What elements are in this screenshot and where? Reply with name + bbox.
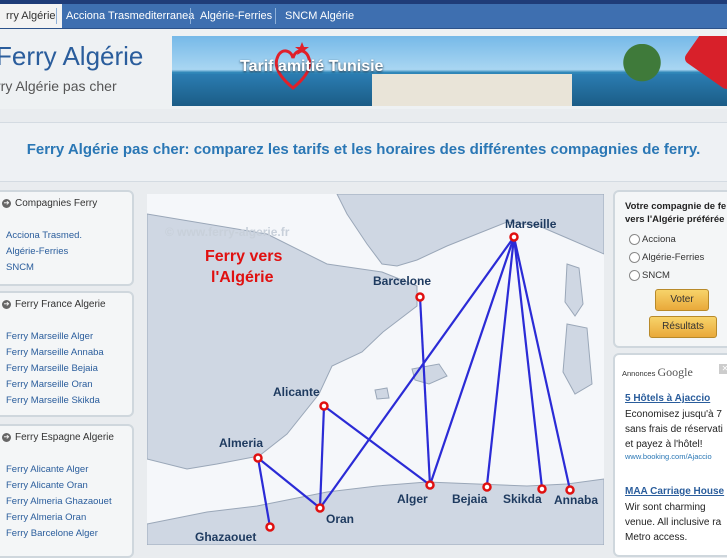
sidebar-link-marseille-annaba[interactable]: Ferry Marseille Annaba	[6, 347, 104, 358]
radio-button[interactable]	[629, 234, 640, 245]
city-label-almeria: Almeria	[219, 436, 263, 450]
promo-banner[interactable]: Tarif amitié Tunisie	[172, 36, 727, 106]
nav-separator	[275, 8, 276, 24]
poll-option-sncm[interactable]: SNCM	[629, 270, 670, 281]
radio-button[interactable]	[629, 270, 640, 281]
sidebar-link-alicante-oran[interactable]: Ferry Alicante Oran	[6, 480, 88, 491]
port-marker-alicante[interactable]	[319, 401, 329, 411]
ad-text-line: Wir sont charming	[625, 502, 706, 513]
nav-separator	[56, 8, 57, 24]
sidebar-box-heading: ➔ Ferry France Algerie	[2, 299, 106, 310]
nav-item-algerie-ferries[interactable]: Algérie-Ferries	[200, 4, 272, 28]
port-marker-oran[interactable]	[315, 503, 325, 513]
ad-text-line: et payez à l'hôtel!	[625, 439, 703, 450]
page-title-bar: Ferry Algérie pas cher: comparez les tar…	[0, 122, 727, 182]
city-label-barcelone: Barcelone	[373, 274, 431, 288]
map-title-line1: Ferry vers	[205, 248, 282, 265]
radio-button[interactable]	[629, 252, 640, 263]
city-label-oran: Oran	[326, 512, 354, 526]
banner-building	[372, 74, 572, 106]
city-label-alicante: Alicante	[273, 385, 320, 399]
sidebar-link-marseille-bejaia[interactable]: Ferry Marseille Bejaia	[6, 363, 98, 374]
sidebar-box-heading: ➔ Compagnies Ferry	[2, 198, 98, 209]
arrow-bullet-icon: ➔	[2, 432, 11, 442]
sidebar-link-barcelone-alger[interactable]: Ferry Barcelone Alger	[6, 528, 98, 539]
ad-text-line: venue. All inclusive ra	[625, 517, 722, 528]
nav-item-acciona[interactable]: Acciona Trasmediterranea	[66, 4, 194, 28]
map-title-line2: l'Algérie	[211, 269, 274, 286]
ad-text-line: Economisez jusqu'à 7	[625, 409, 722, 420]
city-label-ghazaouet: Ghazaouet	[195, 530, 256, 544]
sidebar-link-acciona[interactable]: Acciona Trasmed.	[6, 230, 82, 241]
sidebar-link-algerie-ferries[interactable]: Algérie-Ferries	[6, 246, 68, 257]
port-marker-almeria[interactable]	[253, 453, 263, 463]
map-watermark: © www.ferry-algerie.fr	[165, 225, 290, 239]
site-title[interactable]: Ferry Algérie	[0, 41, 143, 72]
ad-text-line: Metro access.	[625, 532, 688, 543]
poll-question: Votre compagnie de fe vers l'Algérie préf…	[625, 201, 727, 225]
results-button[interactable]: Résultats	[649, 316, 717, 338]
sidebar-link-alicante-alger[interactable]: Ferry Alicante Alger	[6, 464, 88, 475]
port-marker-alger[interactable]	[425, 480, 435, 490]
city-label-bejaia: Bejaia	[452, 492, 488, 506]
ad-title[interactable]: MAA Carriage House	[625, 486, 724, 497]
port-marker-barcelone[interactable]	[415, 292, 425, 302]
arrow-bullet-icon: ➔	[2, 299, 11, 309]
sidebar-box-compagnies: ➔ Compagnies Ferry Acciona Trasmed. Algér…	[0, 190, 134, 286]
map-land-ibiza	[374, 387, 390, 400]
poll-option-algerie-ferries[interactable]: Algérie-Ferries	[629, 252, 704, 263]
sidebar-link-sncm[interactable]: SNCM	[6, 262, 34, 273]
city-label-annaba: Annaba	[554, 493, 598, 507]
poll-option-acciona[interactable]: Acciona	[629, 234, 676, 245]
sidebar-link-almeria-ghazaouet[interactable]: Ferry Almeria Ghazaouet	[6, 496, 112, 507]
sidebar-link-almeria-oran[interactable]: Ferry Almeria Oran	[6, 512, 86, 523]
google-logo: Google	[657, 365, 693, 379]
vote-button[interactable]: Voter	[655, 289, 709, 311]
sidebar-box-france-algerie: ➔ Ferry France Algerie Ferry Marseille Al…	[0, 291, 134, 417]
sidebar-box-heading: ➔ Ferry Espagne Algerie	[2, 432, 114, 443]
ad-title[interactable]: 5 Hôtels à Ajaccio	[625, 393, 710, 404]
ads-label: Annonces Google	[622, 365, 693, 379]
sidebar-link-marseille-oran[interactable]: Ferry Marseille Oran	[6, 379, 93, 390]
site-subtitle: rry Algérie pas cher	[0, 78, 117, 94]
nav-item-ferry-algerie[interactable]: rry Algérie	[0, 4, 62, 28]
city-label-alger: Alger	[397, 492, 428, 506]
ads-box: Annonces Google ✕ 5 Hôtels à Ajaccio Eco…	[613, 353, 727, 557]
arrow-bullet-icon: ➔	[2, 198, 11, 208]
page-title: Ferry Algérie pas cher: comparez les tar…	[26, 141, 701, 158]
banner-text: Tarif amitié Tunisie	[240, 58, 384, 75]
sidebar-link-marseille-alger[interactable]: Ferry Marseille Alger	[6, 331, 93, 342]
port-marker-marseille[interactable]	[509, 232, 519, 242]
sidebar-box-espagne-algerie: ➔ Ferry Espagne Algerie Ferry Alicante Al…	[0, 424, 134, 558]
close-icon[interactable]: ✕	[719, 364, 727, 374]
ferry-routes-map[interactable]: © www.ferry-algerie.fr Ferry vers l'Algé…	[147, 194, 604, 545]
sidebar-link-marseille-skikda[interactable]: Ferry Marseille Skikda	[6, 395, 100, 406]
nav-item-sncm[interactable]: SNCM Algérie	[285, 4, 354, 28]
nav-separator	[190, 8, 191, 24]
city-label-marseille: Marseille	[505, 217, 557, 231]
port-marker-ghazaouet[interactable]	[265, 522, 275, 532]
top-navigation: rry Algérie Acciona Trasmediterranea Alg…	[0, 4, 727, 29]
palm-tree-image	[612, 44, 672, 106]
ad-text-line: sans frais de réservati	[625, 424, 723, 435]
poll-box: Votre compagnie de fe vers l'Algérie préf…	[613, 190, 727, 348]
city-label-skikda: Skikda	[503, 492, 542, 506]
port-marker-bejaia[interactable]	[482, 482, 492, 492]
ad-url[interactable]: www.booking.com/Ajaccio	[625, 452, 712, 461]
